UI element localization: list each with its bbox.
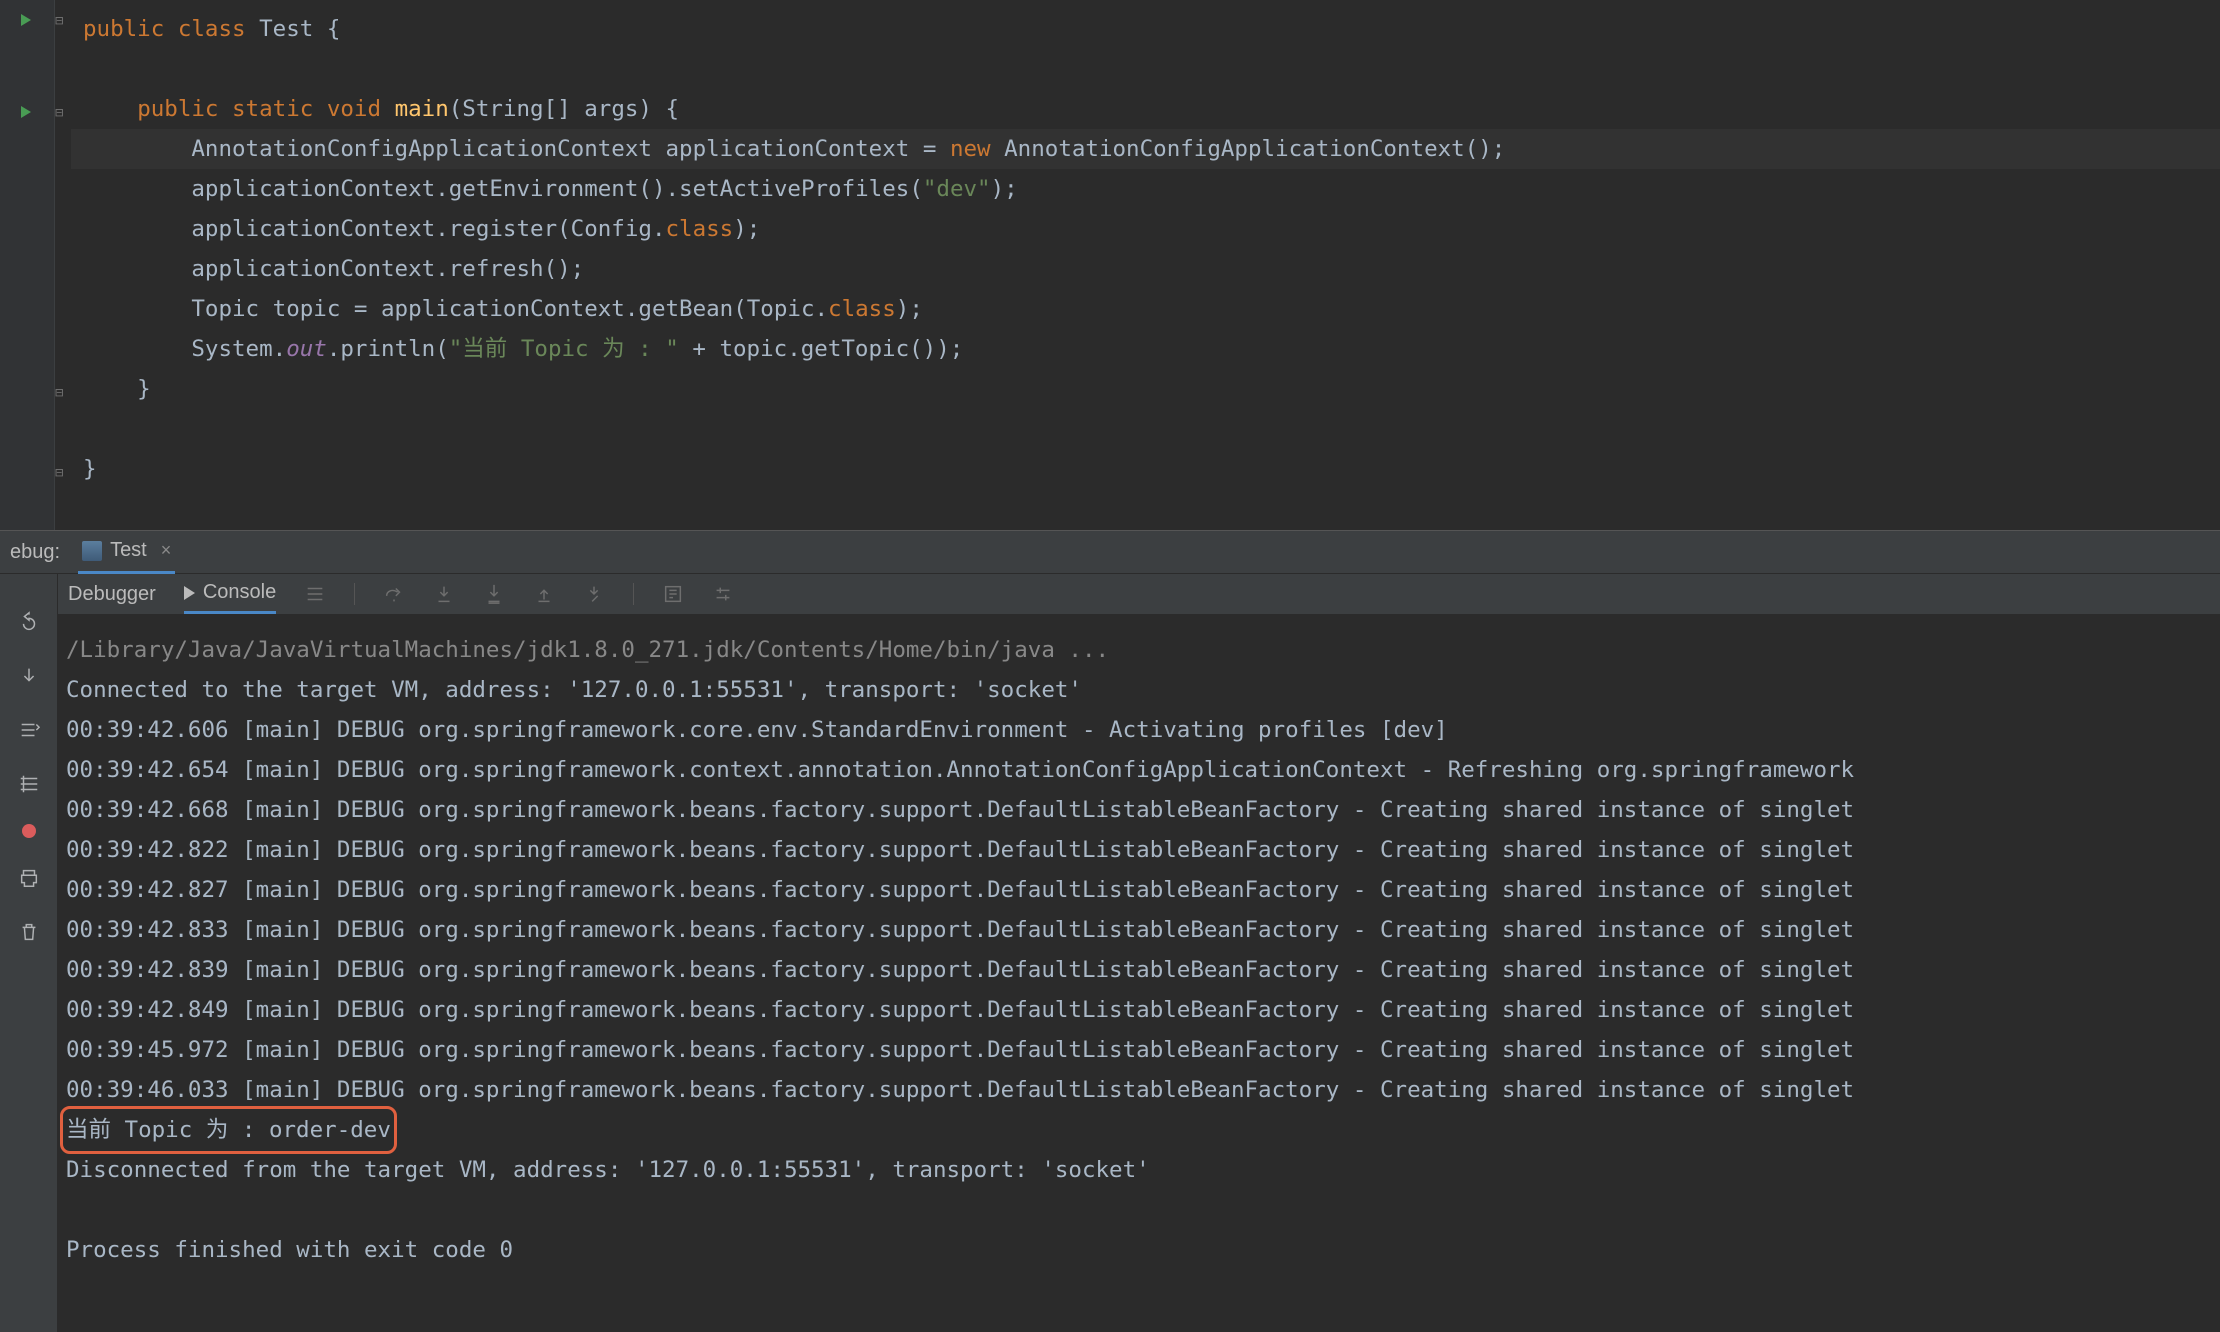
fold-open-icon[interactable]: ⊟ [55,106,63,120]
separator [633,583,634,605]
code-editor[interactable]: ⊟ ⊟ ⊟ ⊟ public class Test { public stati… [0,0,2220,530]
console-line: 00:39:42.839 [main] DEBUG org.springfram… [66,950,2220,990]
evaluate-icon[interactable] [662,583,684,605]
java-command: /Library/Java/JavaVirtualMachines/jdk1.8… [66,630,2220,670]
run-config-name: Test [110,539,147,562]
code-line[interactable]: System.out.println("当前 Topic 为 : " + top… [71,329,2220,369]
fold-close-icon[interactable]: ⊟ [55,386,63,400]
code-line[interactable]: Topic topic = applicationContext.getBean… [71,289,2220,329]
editor-gutter[interactable] [0,0,55,530]
code-line[interactable] [71,409,2220,449]
console-line: Disconnected from the target VM, address… [66,1150,2220,1190]
debug-tabs: Debugger Console [58,574,2220,614]
debug-label: ebug: [10,541,60,564]
console-line: Process finished with exit code 0 [66,1230,2220,1270]
close-icon[interactable]: × [161,540,172,561]
rerun-icon[interactable] [15,608,43,636]
run-config-tab[interactable]: Test × [78,530,175,574]
fold-close-icon[interactable]: ⊟ [55,466,63,480]
console-line: 00:39:42.827 [main] DEBUG org.springfram… [66,870,2220,910]
code-line[interactable]: AnnotationConfigApplicationContext appli… [71,129,2220,169]
code-line[interactable]: public class Test { [71,9,2220,49]
step-down-icon[interactable] [15,662,43,690]
tab-debugger[interactable]: Debugger [68,574,156,614]
separator [354,583,355,605]
threads-icon[interactable] [15,770,43,798]
application-icon [82,541,102,561]
frames-icon[interactable] [15,716,43,744]
console-line: 00:39:42.606 [main] DEBUG org.springfram… [66,710,2220,750]
code-line[interactable]: public static void main(String[] args) { [71,89,2220,129]
play-icon [184,586,195,600]
run-to-cursor-icon[interactable] [583,583,605,605]
code-line[interactable]: } [71,449,2220,489]
filter-icon[interactable] [304,583,326,605]
code-line[interactable]: } [71,369,2220,409]
code-line[interactable] [71,49,2220,89]
settings-icon[interactable] [712,583,734,605]
console-line: 00:39:42.654 [main] DEBUG org.springfram… [66,750,2220,790]
console-line: 00:39:45.972 [main] DEBUG org.springfram… [66,1030,2220,1070]
code-area[interactable]: public class Test { public static void m… [71,0,2220,530]
tab-label: Console [203,581,276,604]
console-line: 00:39:42.833 [main] DEBUG org.springfram… [66,910,2220,950]
console-line [66,1190,2220,1230]
step-into-icon[interactable] [433,583,455,605]
run-method-gutter-icon[interactable] [18,104,34,124]
console-line: 00:39:42.849 [main] DEBUG org.springfram… [66,990,2220,1030]
code-line[interactable]: applicationContext.refresh(); [71,249,2220,289]
console-line: 00:39:46.033 [main] DEBUG org.springfram… [66,1070,2220,1110]
fold-open-icon[interactable]: ⊟ [55,14,63,28]
console-line: 当前 Topic 为 : order-dev [66,1110,391,1150]
force-step-into-icon[interactable] [483,583,505,605]
code-line[interactable]: applicationContext.getEnvironment().setA… [71,169,2220,209]
debug-action-rail [0,574,58,1332]
fold-column[interactable]: ⊟ ⊟ ⊟ ⊟ [55,0,71,530]
code-line[interactable]: applicationContext.register(Config.class… [71,209,2220,249]
step-over-icon[interactable] [383,583,405,605]
console-line: Connected to the target VM, address: '12… [66,670,2220,710]
tab-label: Debugger [68,583,156,606]
trash-icon[interactable] [15,918,43,946]
tab-console[interactable]: Console [184,574,276,614]
console-line: 00:39:42.668 [main] DEBUG org.springfram… [66,790,2220,830]
run-class-gutter-icon[interactable] [18,12,34,32]
step-out-icon[interactable] [533,583,555,605]
console-line: 00:39:42.822 [main] DEBUG org.springfram… [66,830,2220,870]
breakpoint-icon[interactable] [22,824,36,838]
debug-toolwindow-header[interactable]: ebug: Test × [0,530,2220,574]
console-output[interactable]: /Library/Java/JavaVirtualMachines/jdk1.8… [58,614,2220,1270]
print-icon[interactable] [15,864,43,892]
